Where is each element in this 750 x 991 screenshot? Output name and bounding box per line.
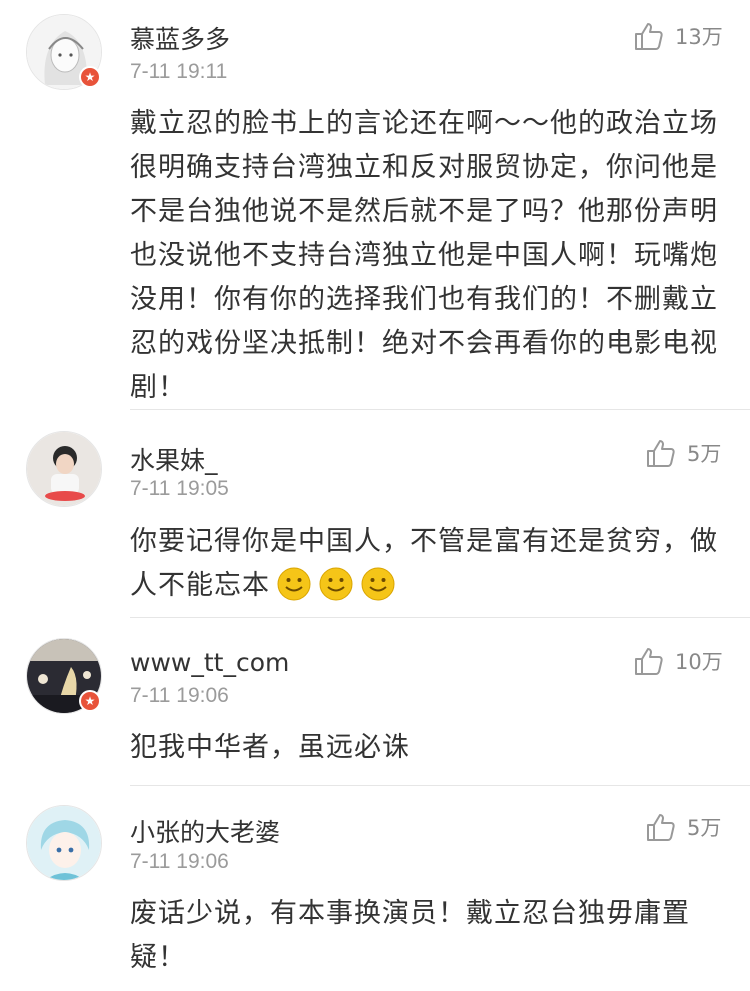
timestamp: 7-11 19:11 [130,60,228,83]
smile-emoji-icon [277,567,311,601]
divider [130,617,750,618]
username[interactable]: 水果妹_ [130,441,218,477]
thumbs-up-icon [647,814,675,841]
comment-text: 废话少说，有本事换演员！戴立忍台独毋庸置疑！ [130,898,690,973]
like-count: 13万 [675,25,723,49]
smile-emoji-icon [361,567,395,601]
like-count: 10万 [675,650,723,674]
thumbs-up-icon [635,23,663,50]
like-button[interactable]: 5万 [645,811,721,843]
thumbs-up-icon [647,440,675,467]
like-count: 5万 [687,442,722,466]
thumbs-up-icon [635,648,663,675]
username[interactable]: www_tt_com [130,648,289,677]
username[interactable]: 小张的大老婆 [130,813,280,849]
comment-text: 犯我中华者，虽远必诛 [130,732,410,763]
timestamp: 7-11 19:05 [130,477,229,500]
like-button[interactable]: 5万 [645,437,721,469]
avatar[interactable] [26,431,102,507]
like-button[interactable]: 13万 [633,20,723,52]
divider [130,785,750,786]
like-button[interactable]: 10万 [633,645,723,677]
divider [130,409,750,410]
avatar[interactable] [26,805,102,881]
comment-text: 戴立忍的脸书上的言论还在啊～～他的政治立场很明确支持台湾独立和反对服贸协定，你问… [130,108,718,403]
username[interactable]: 慕蓝多多 [130,20,230,56]
timestamp: 7-11 19:06 [130,850,229,873]
timestamp: 7-11 19:06 [130,684,229,707]
comment-text-body: 你要记得你是中国人，不管是富有还是贫穷，做人不能忘本 [130,526,718,601]
like-count: 5万 [687,816,722,840]
smile-emoji-icon [319,567,353,601]
verified-badge-icon: ★ [79,66,101,88]
comment-text: 你要记得你是中国人，不管是富有还是贫穷，做人不能忘本 [130,520,720,608]
verified-badge-icon: ★ [79,690,101,712]
